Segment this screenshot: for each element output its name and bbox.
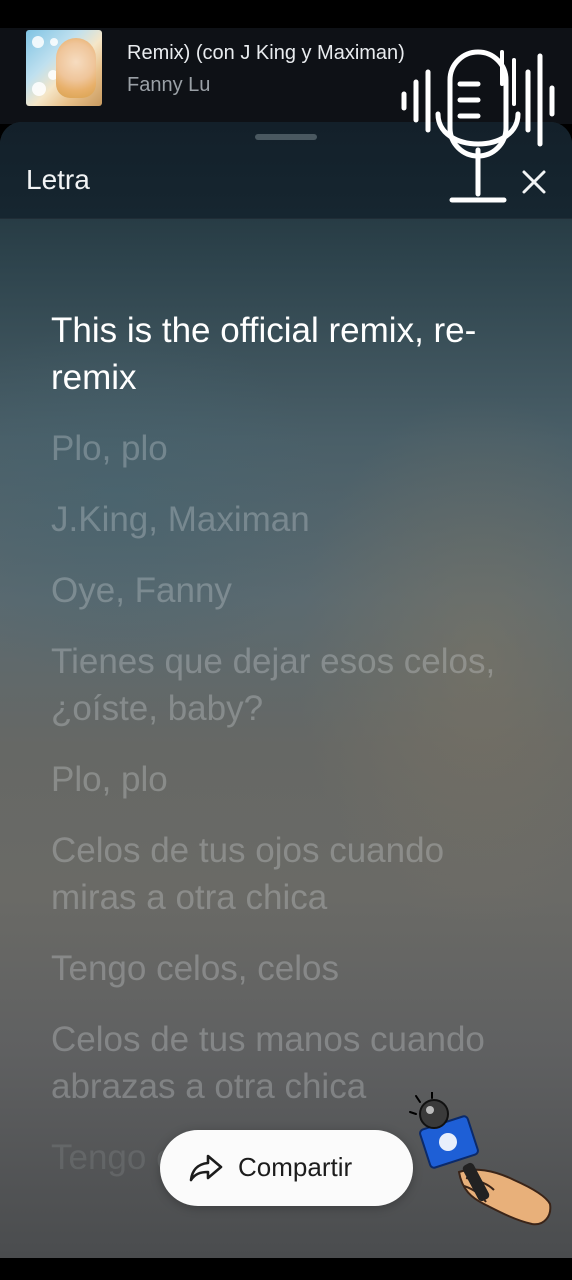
lyrics-title: Letra xyxy=(26,164,90,195)
lyric-line[interactable]: Plo, plo xyxy=(51,756,521,803)
lyrics-list[interactable]: This is the official remix, re-remix Plo… xyxy=(51,307,521,1205)
album-art xyxy=(26,30,102,106)
lyric-line[interactable]: Oye, Fanny xyxy=(51,567,521,614)
lyrics-sheet: Letra This is the official remix, re-rem… xyxy=(0,122,572,1258)
lyric-line[interactable]: Plo, plo xyxy=(51,425,521,472)
drag-handle[interactable] xyxy=(255,134,317,140)
share-icon xyxy=(189,1154,223,1182)
track-title: Remix) (con J King y Maximan) xyxy=(127,42,405,64)
hand-microphone-sticker xyxy=(409,1092,552,1226)
lyric-line[interactable]: J.King, Maximan xyxy=(51,496,521,543)
share-label: Compartir xyxy=(238,1152,353,1182)
microphone-sticker xyxy=(401,49,555,203)
lyric-line-active[interactable]: This is the official remix, re-remix xyxy=(51,307,521,401)
navigation-bar-area xyxy=(0,1258,572,1280)
lyric-line[interactable]: Tienes que dejar esos celos, ¿oíste, bab… xyxy=(51,638,521,732)
lyric-line[interactable]: Celos de tus ojos cuando miras a otra ch… xyxy=(51,827,521,921)
status-bar-area xyxy=(0,0,572,28)
lyric-line[interactable]: Tengo celos, celos xyxy=(51,945,521,992)
share-button[interactable]: Compartir xyxy=(160,1130,413,1206)
track-artist: Fanny Lu xyxy=(127,74,211,96)
